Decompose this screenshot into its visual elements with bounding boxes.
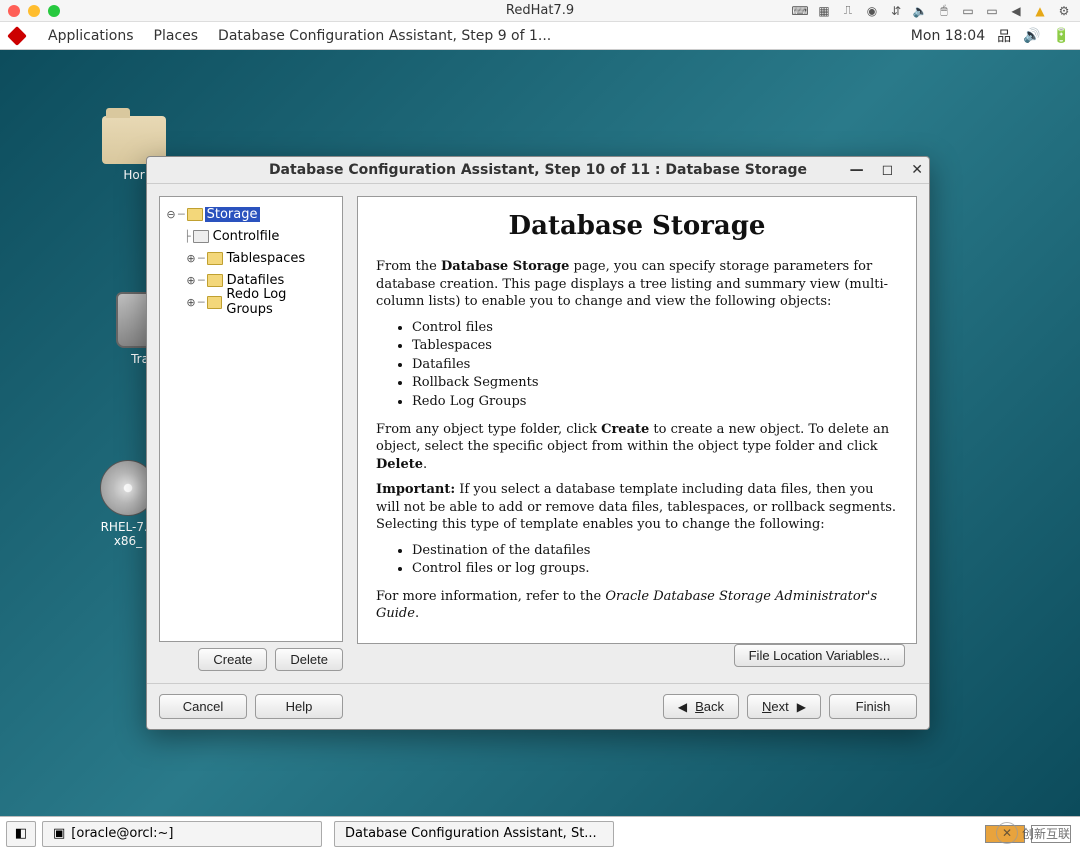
tree-expand-icon[interactable]: ⊕ <box>184 274 198 287</box>
mouse-icon[interactable]: 🖱 <box>936 4 952 18</box>
mac-titlebar: RedHat7.9 ⌨ ▦ ⎍ ◉ ⇵ 🔈 🖱 ▭ ▭ ◀ ▲ ⚙ <box>0 0 1080 22</box>
content-paragraph: Important: If you select a database temp… <box>376 481 898 534</box>
content-paragraph: From the Database Storage page, you can … <box>376 258 898 311</box>
gear-icon[interactable]: ⚙ <box>1056 4 1072 18</box>
chevron-right-icon: ▶ <box>797 700 806 714</box>
list-item: Redo Log Groups <box>412 393 898 411</box>
tree-expand-icon[interactable]: ⊕ <box>184 252 198 265</box>
list-item: Destination of the datafiles <box>412 542 898 560</box>
back-button[interactable]: ◀ Back <box>663 694 739 719</box>
tree-item-controlfile[interactable]: ├ Controlfile <box>164 225 338 247</box>
list-item: Control files or log groups. <box>412 560 898 578</box>
network-status-icon[interactable]: 品 <box>997 26 1011 46</box>
file-icon <box>193 230 209 243</box>
tree-item-label: Redo Log Groups <box>224 287 338 317</box>
tree-item-label: Tablespaces <box>225 251 308 266</box>
dbca-dialog: Database Configuration Assistant, Step 1… <box>146 156 930 730</box>
chevron-left-icon: ◀ <box>678 700 687 714</box>
gnome-top-bar: Applications Places Database Configurati… <box>0 22 1080 50</box>
battery-icon[interactable]: 🔋 <box>1053 28 1070 44</box>
watermark-logo-icon: ✕ <box>996 822 1018 844</box>
folder-icon <box>207 274 223 287</box>
window-minimize-icon[interactable]: — <box>850 162 864 178</box>
content-panel: Database Storage From the Database Stora… <box>357 196 917 644</box>
list-item: Tablespaces <box>412 337 898 355</box>
clock[interactable]: Mon 18:04 <box>911 28 985 44</box>
list-item: Control files <box>412 319 898 337</box>
cancel-button[interactable]: Cancel <box>159 694 247 719</box>
content-paragraph: For more information, refer to the Oracl… <box>376 588 898 623</box>
mac-toolbar-icons: ⌨ ▦ ⎍ ◉ ⇵ 🔈 🖱 ▭ ▭ ◀ ▲ ⚙ <box>792 4 1072 18</box>
warning-icon[interactable]: ▲ <box>1032 4 1048 18</box>
dialog-titlebar[interactable]: Database Configuration Assistant, Step 1… <box>147 157 929 184</box>
dialog-footer: Cancel Help ◀ Back Next ▶ Finish <box>147 683 929 729</box>
network-icon[interactable]: ⇵ <box>888 4 904 18</box>
tree-collapse-icon[interactable]: ⊖ <box>164 208 178 221</box>
redhat-logo-icon <box>7 26 27 46</box>
tree-expand-icon[interactable]: ⊕ <box>184 296 198 309</box>
display-icon[interactable]: ▭ <box>960 4 976 18</box>
tree-root-label[interactable]: Storage <box>205 207 260 222</box>
list-item: Rollback Segments <box>412 374 898 392</box>
terminal-icon: ▣ <box>53 826 65 841</box>
window-close-icon[interactable]: ✕ <box>911 162 923 178</box>
dialog-title: Database Configuration Assistant, Step 1… <box>269 162 807 178</box>
displays-icon[interactable]: ▭ <box>984 4 1000 18</box>
file-location-variables-button[interactable]: File Location Variables... <box>734 644 905 667</box>
active-app-title[interactable]: Database Configuration Assistant, Step 9… <box>218 28 551 44</box>
menu-places[interactable]: Places <box>154 28 199 44</box>
folder-icon <box>187 208 203 221</box>
content-list: Destination of the datafiles Control fil… <box>412 542 898 578</box>
sound-icon[interactable]: 🔈 <box>912 4 928 18</box>
content-list: Control files Tablespaces Datafiles Roll… <box>412 319 898 411</box>
back-icon[interactable]: ◀ <box>1008 4 1024 18</box>
tree-item-label: Controlfile <box>211 229 282 244</box>
finish-button[interactable]: Finish <box>829 694 917 719</box>
create-button[interactable]: Create <box>198 648 267 671</box>
watermark-text: 创新互联 <box>1022 825 1070 842</box>
show-desktop-button[interactable]: ◧ <box>6 821 36 847</box>
taskbar-terminal-label: [oracle@orcl:~] <box>71 826 173 841</box>
usb-icon[interactable]: ⎍ <box>840 4 856 18</box>
menu-applications[interactable]: Applications <box>48 28 134 44</box>
keyboard-icon[interactable]: ⌨ <box>792 4 808 18</box>
chip-icon[interactable]: ▦ <box>816 4 832 18</box>
window-maximize-icon[interactable]: ◻ <box>882 162 894 178</box>
folder-icon <box>207 252 223 265</box>
tree-item-label: Datafiles <box>225 273 287 288</box>
tree-panel: ⊖ ─ Storage ├ Controlfile ⊕ ─ Tablespace… <box>159 196 343 671</box>
next-button[interactable]: Next ▶ <box>747 694 821 719</box>
list-item: Datafiles <box>412 356 898 374</box>
watermark: ✕ 创新互联 <box>996 822 1070 844</box>
content-heading: Database Storage <box>376 209 898 244</box>
help-button[interactable]: Help <box>255 694 343 719</box>
tree-root[interactable]: ⊖ ─ Storage <box>164 203 338 225</box>
folder-icon <box>207 296 223 309</box>
taskbar-terminal[interactable]: ▣ [oracle@orcl:~] <box>42 821 322 847</box>
delete-button[interactable]: Delete <box>275 648 343 671</box>
content-paragraph: From any object type folder, click Creat… <box>376 421 898 474</box>
storage-tree[interactable]: ⊖ ─ Storage ├ Controlfile ⊕ ─ Tablespace… <box>159 196 343 642</box>
volume-icon[interactable]: 🔊 <box>1023 28 1040 44</box>
taskbar: ◧ ▣ [oracle@orcl:~] Database Configurati… <box>0 816 1080 850</box>
disc-icon[interactable]: ◉ <box>864 4 880 18</box>
tree-item-redolog[interactable]: ⊕ ─ Redo Log Groups <box>164 291 338 313</box>
taskbar-dbca[interactable]: Database Configuration Assistant, St... <box>334 821 614 847</box>
tree-item-tablespaces[interactable]: ⊕ ─ Tablespaces <box>164 247 338 269</box>
taskbar-dbca-label: Database Configuration Assistant, St... <box>345 826 597 841</box>
